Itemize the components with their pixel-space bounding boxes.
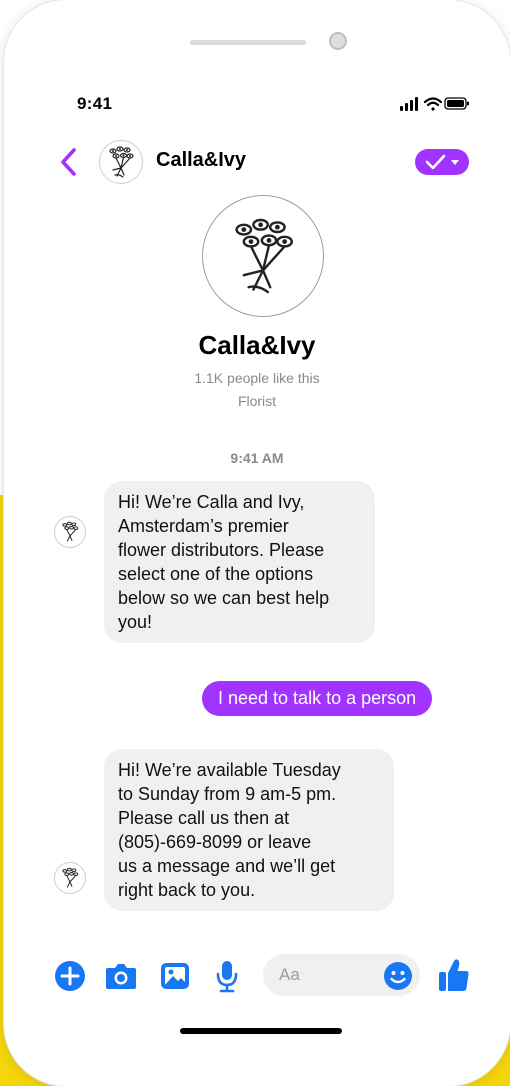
profile-likes: 1.1K people like this [194,370,320,386]
gallery-icon [161,963,189,989]
message-line: flower distributors. Please [118,540,325,560]
battery-icon [444,97,469,110]
message-bubble-incoming: Hi! We’re available Tuesday to Sunday fr… [104,749,394,911]
speaker-grille [190,40,306,45]
camera-button[interactable] [104,960,138,992]
profile-category: Florist [237,393,277,409]
emoji-icon [384,962,412,990]
plus-icon [55,961,85,991]
checkmark-dropdown-button[interactable] [415,149,469,175]
thumbs-up-button[interactable] [436,956,472,994]
message-line: select one of the options [118,564,314,584]
status-time: 9:41 [77,94,113,113]
message-bubble-incoming: Hi! We’re Calla and Ivy, Amsterdam’s pre… [104,481,375,643]
back-button[interactable] [56,146,82,178]
flower-logo-icon [235,218,293,294]
message-avatar [54,516,86,548]
message-line: (805)-669-8099 or leave [118,832,312,852]
camera-icon [106,964,136,989]
home-indicator[interactable] [180,1028,342,1034]
message-line: Amsterdam’s premier [118,516,289,536]
message-bubble-outgoing: I need to talk to a person [202,681,433,716]
profile-name: Calla&Ivy [198,330,316,360]
signal-icon [400,97,418,111]
flower-logo-icon [62,521,79,542]
message-avatar [54,862,86,894]
message-line: to Sunday from 9 am-5 pm. [118,784,337,804]
microphone-icon [216,961,238,993]
profile-avatar[interactable] [202,195,324,317]
phone-frame: 9:41 Calla&Ivy Calla&Ivy 1.1K people lik… [4,0,510,1086]
microphone-button[interactable] [214,958,240,994]
header-title: Calla&Ivy [156,149,247,171]
message-line: Please call us then at [118,808,290,828]
checkmark-dropdown-icon [425,154,459,170]
flower-logo-icon [62,867,79,888]
emoji-button[interactable] [382,960,414,992]
message-line: you! [118,612,153,632]
conversation-timestamp: 9:41 AM [230,450,284,466]
header-avatar[interactable] [99,140,143,184]
message-line: Hi! We’re available Tuesday [118,760,341,780]
front-camera [329,32,347,50]
message-input-placeholder: Aa [279,965,300,984]
thumbs-up-icon [439,959,469,991]
flower-logo-icon [109,146,134,178]
message-line: right back to you. [118,880,256,900]
gallery-button[interactable] [159,960,191,992]
chevron-left-icon [61,148,76,176]
status-icons [400,96,470,112]
message-line: Hi! We’re Calla and Ivy, [118,492,305,512]
plus-button[interactable] [54,960,86,992]
message-line: us a message and we’ll get [118,856,336,876]
message-line: below so we can best help [118,588,330,608]
wifi-icon [423,97,443,111]
